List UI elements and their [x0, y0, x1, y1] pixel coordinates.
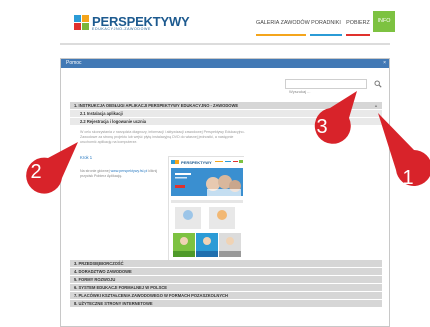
nav-galeria-zawodow[interactable]: GALERIA ZAWODÓW [256, 14, 310, 36]
app-screenshot-image: PERSPEKTYWY [168, 156, 245, 269]
nav-underline [310, 34, 342, 36]
caret-icon: ▲ [374, 103, 378, 108]
nav-pobierz[interactable]: POBIERZ [346, 14, 370, 36]
search-icon[interactable] [374, 80, 382, 88]
site-header: PERSPEKTYWY EDUKACYJNO-ZAWODOWE GALERIA … [0, 0, 430, 42]
toc-label: 2.1 Instalacja aplikacji [80, 111, 123, 116]
svg-text:2: 2 [30, 161, 41, 183]
toc-item-2-2[interactable]: 2.2 Rejestracja i logowanie ucznia [70, 118, 382, 126]
search-box [285, 79, 367, 96]
toc-item-1[interactable]: 1. INSTRUKCJA OBSŁUGI APLIKACJI PERSPEKT… [70, 102, 382, 110]
screenshot-logo-text: PERSPEKTYWY [181, 160, 212, 165]
nav-underline [256, 34, 306, 36]
logo[interactable]: PERSPEKTYWY EDUKACYJNO-ZAWODOWE [74, 14, 190, 37]
step-description: Na stronie głównej www.perspektywy.fsl.p… [80, 169, 160, 179]
svg-text:1: 1 [402, 167, 413, 189]
logo-subtitle: EDUKACYJNO-ZAWODOWE [92, 27, 151, 31]
toc-item-7[interactable]: 7. PLACÓWKI KSZTAŁCENIA ZAWODOWEGO W FOR… [70, 292, 382, 300]
toc-item-6[interactable]: 6. SYSTEM EDUKACJI FORMALNEJ W POLSCE [70, 284, 382, 292]
close-icon[interactable]: × [383, 60, 386, 66]
site-link[interactable]: www.perspektywy.fsl.pl [111, 169, 148, 173]
toc-item-3[interactable]: 3. PRZEDSIĘBIORCZOŚĆ [70, 260, 382, 268]
help-content: W celu skorzystania z narzędzia diagnozy… [70, 126, 382, 274]
help-title: Pomoc [66, 60, 82, 66]
nav-label: GALERIA ZAWODÓW [256, 20, 310, 26]
step-text: Na stronie głównej [80, 169, 111, 173]
help-window: Pomoc × 1. INSTRUKCJA OBSŁUGI APLIKACJI … [60, 58, 390, 327]
nav-underline [346, 34, 370, 36]
toc-more: 3. PRZEDSIĘBIORCZOŚĆ 4. DORADZTWO ZAWODO… [70, 260, 382, 308]
toc-item-4[interactable]: 4. DORADZTWO ZAWODOWE [70, 268, 382, 276]
krok-1-link[interactable]: Krok 1 [80, 155, 92, 160]
header-divider [60, 43, 390, 45]
toc-item-5[interactable]: 5. FORMY ROZWOJU [70, 276, 382, 284]
nav-label: PORADNIKI [311, 20, 341, 26]
screenshot-illustration: PERSPEKTYWY [169, 157, 245, 269]
toc-item-8[interactable]: 8. UŻYTECZNE STRONY INTERNETOWE [70, 300, 382, 308]
content-text: W celu skorzystania z narzędzia diagnozy… [80, 130, 245, 144]
logo-mark-icon [74, 15, 90, 31]
toc-label: 1. INSTRUKCJA OBSŁUGI APLIKACJI PERSPEKT… [74, 103, 239, 108]
nav-info[interactable]: INFO [373, 11, 395, 32]
toc-label: 2.2 Rejestracja i logowanie ucznia [80, 119, 146, 124]
toc: 1. INSTRUKCJA OBSŁUGI APLIKACJI PERSPEKT… [70, 102, 382, 274]
nav-poradniki[interactable]: PORADNIKI [310, 14, 342, 36]
nav-label: POBIERZ [346, 20, 370, 26]
toc-item-2-1[interactable]: 2.1 Instalacja aplikacji [70, 110, 382, 118]
help-titlebar: Pomoc × [61, 59, 389, 68]
search-input[interactable] [286, 87, 364, 96]
